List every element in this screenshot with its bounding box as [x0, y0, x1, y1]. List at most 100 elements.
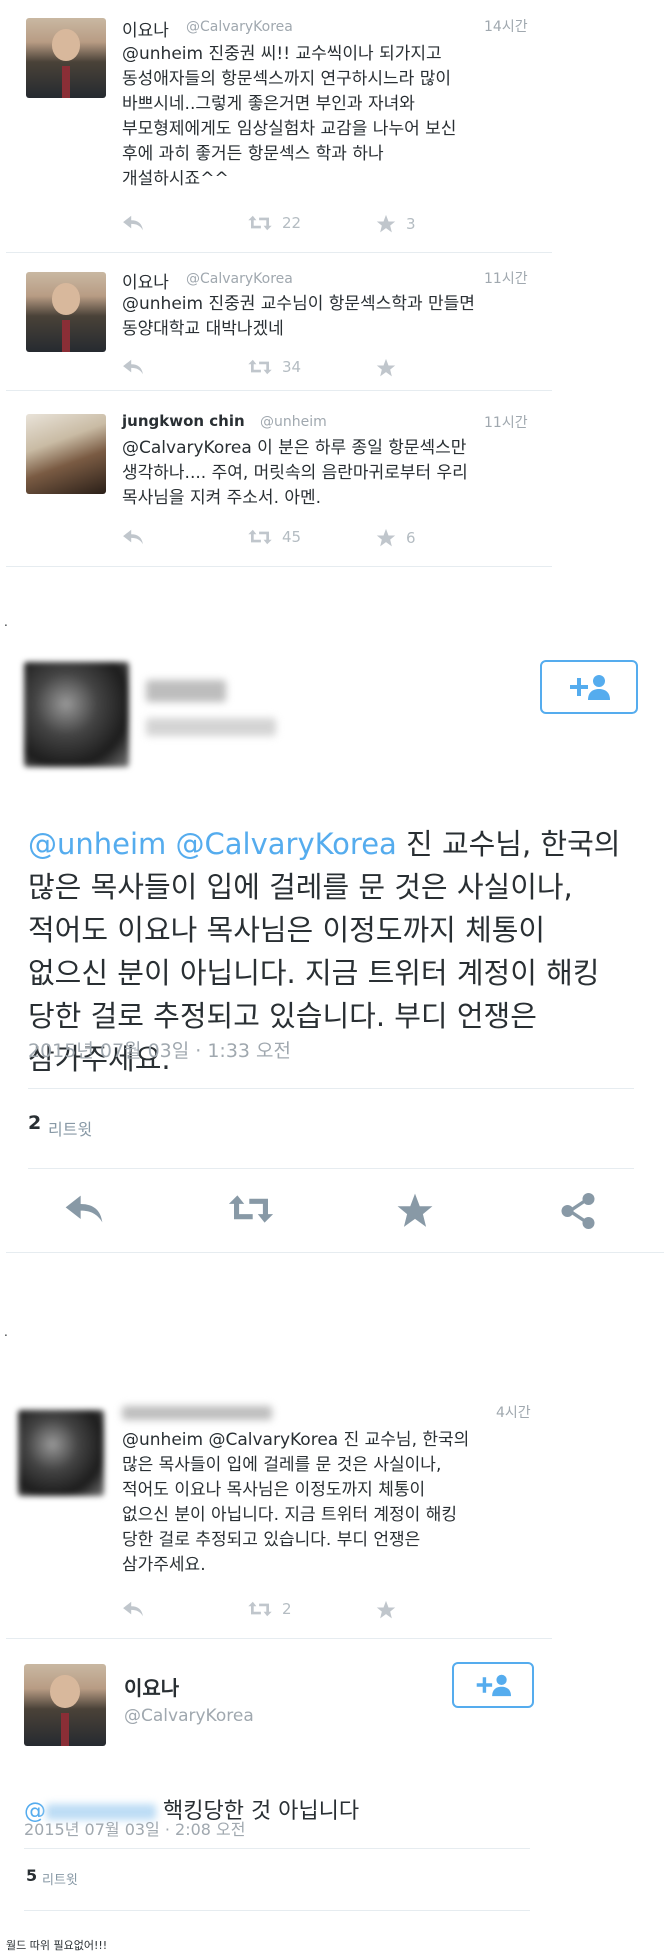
retweet-count: 2: [282, 1600, 292, 1618]
separator-dot: .: [4, 615, 8, 629]
thread-2: 4시간 @unheim @CalvaryKorea 진 교수님, 한국의 많은 …: [0, 1392, 552, 1652]
tweet-actions: 45 6: [122, 528, 552, 550]
add-user-icon: [476, 1674, 511, 1697]
reply-button[interactable]: [122, 1600, 144, 1618]
reply-icon: [65, 1195, 103, 1223]
retweet-icon: [248, 1601, 272, 1617]
avatar[interactable]: [26, 414, 106, 494]
tweet-time[interactable]: 4시간: [496, 1402, 531, 1422]
retweet-count: 34: [282, 358, 302, 376]
thread-1: 이요나 @CalvaryKorea 14시간 @unheim 진중권 씨!! 교…: [0, 0, 552, 567]
divider: [6, 1252, 664, 1253]
author-handle[interactable]: @CalvaryKorea: [186, 19, 293, 35]
avatar[interactable]: [24, 662, 129, 767]
tweet-text: @unheim 진중권 교수님이 항문섹스학과 만들면 동양대학교 대박나겠네: [122, 294, 475, 339]
follow-button[interactable]: [540, 660, 638, 714]
tweet-actions: 34: [122, 358, 552, 380]
tweet-actions: 22 3: [122, 214, 552, 236]
reply-button[interactable]: [122, 528, 144, 546]
author-handle-blurred[interactable]: [146, 718, 276, 736]
retweet-count[interactable]: 5: [26, 1866, 37, 1885]
retweet-label[interactable]: 리트윗: [42, 1869, 78, 1888]
retweet-label[interactable]: 리트윗: [48, 1116, 92, 1140]
retweet-count: 45: [282, 528, 302, 546]
star-icon: [397, 1193, 433, 1227]
favorite-count: 3: [406, 215, 416, 233]
caption-text: 월드 따위 필요없어!!!: [6, 1939, 108, 1952]
author-name[interactable]: jungkwon chin: [122, 412, 245, 430]
tweet-item[interactable]: 4시간 @unheim @CalvaryKorea 진 교수님, 한국의 많은 …: [0, 1392, 552, 1642]
separator-dot: .: [4, 1325, 8, 1339]
star-icon: [376, 528, 396, 547]
favorite-button[interactable]: 6: [376, 528, 416, 548]
tweet-detail-2: 이요나 @CalvaryKorea @ 핵킹당한 것 아닙니다 2015년 07…: [0, 1652, 552, 1932]
tweet-text: @unheim 진중권 씨!! 교수씩이나 되가지고 동성애자들의 항문섹스까지…: [122, 44, 457, 189]
avatar[interactable]: [26, 18, 106, 98]
divider: [28, 1088, 634, 1089]
retweet-icon: [248, 359, 272, 375]
author-name-blurred[interactable]: [146, 680, 226, 702]
star-icon: [376, 358, 396, 377]
divider: [6, 390, 552, 391]
reply-icon: [123, 1601, 143, 1617]
avatar[interactable]: [24, 1664, 106, 1746]
tweet-text: @CalvaryKorea 이 분은 하루 종일 항문섹스만 생각하나.... …: [122, 438, 468, 508]
tweet-actions: [0, 1192, 670, 1232]
tweet-time[interactable]: 11시간: [484, 412, 528, 432]
star-icon: [376, 1600, 396, 1619]
retweet-button[interactable]: 2: [248, 1600, 292, 1618]
retweet-icon: [248, 215, 272, 231]
avatar[interactable]: [18, 1410, 104, 1496]
mention-link[interactable]: @CalvaryKorea: [176, 827, 397, 861]
tweet-text: @unheim @CalvaryKorea 진 교수님, 한국의 많은 목사들이…: [122, 1430, 470, 1575]
tweet-timestamp[interactable]: 2015년 07월 03일 · 2:08 오전: [24, 1816, 245, 1840]
retweet-count[interactable]: 2: [28, 1112, 41, 1134]
divider: [24, 1848, 530, 1849]
retweet-button[interactable]: [228, 1192, 274, 1226]
follow-button[interactable]: [452, 1662, 534, 1708]
share-button[interactable]: [560, 1192, 596, 1230]
avatar[interactable]: [26, 272, 106, 352]
author-name-blurred[interactable]: [122, 1406, 272, 1420]
favorite-button[interactable]: [376, 1600, 396, 1620]
favorite-button[interactable]: [396, 1192, 434, 1230]
favorite-button[interactable]: [376, 358, 396, 378]
tweet-item[interactable]: jungkwon chin @unheim 11시간 @CalvaryKorea…: [0, 392, 552, 562]
author-name[interactable]: 이요나: [124, 1672, 179, 1701]
tweet-detail-1: @unheim @CalvaryKorea 진 교수님, 한국의 많은 목사들이 …: [0, 640, 670, 1260]
tweet-text-line1: 진 교수님, 한국의: [396, 827, 621, 861]
tweet-timestamp[interactable]: 2015년 07월 03일 · 1:33 오전: [28, 1036, 291, 1063]
divider: [6, 566, 552, 567]
reply-icon: [123, 359, 143, 375]
reply-icon: [123, 215, 143, 231]
author-handle[interactable]: @unheim: [260, 414, 327, 430]
star-icon: [376, 214, 396, 233]
tweet-time[interactable]: 11시간: [484, 268, 528, 288]
tweet-actions: 2: [122, 1600, 552, 1622]
reply-button[interactable]: [64, 1192, 104, 1226]
share-icon: [561, 1193, 595, 1229]
divider: [6, 1638, 552, 1639]
tweet-item[interactable]: 이요나 @CalvaryKorea 14시간 @unheim 진중권 씨!! 교…: [0, 0, 552, 250]
favorite-count: 6: [406, 529, 416, 547]
author-name[interactable]: 이요나: [122, 268, 169, 293]
add-user-icon: [570, 675, 610, 700]
reply-button[interactable]: [122, 358, 144, 376]
divider: [6, 252, 552, 253]
divider: [28, 1168, 634, 1169]
reply-button[interactable]: [122, 214, 144, 232]
favorite-button[interactable]: 3: [376, 214, 416, 234]
reply-icon: [123, 529, 143, 545]
tweet-item[interactable]: 이요나 @CalvaryKorea 11시간 @unheim 진중권 교수님이 …: [0, 254, 552, 394]
retweet-count: 22: [282, 214, 302, 232]
author-handle[interactable]: @CalvaryKorea: [124, 1706, 254, 1726]
retweet-button[interactable]: 45: [248, 528, 301, 546]
mention-link[interactable]: @unheim: [28, 827, 166, 861]
retweet-button[interactable]: 34: [248, 358, 301, 376]
retweet-button[interactable]: 22: [248, 214, 301, 232]
author-name[interactable]: 이요나: [122, 16, 169, 41]
author-handle[interactable]: @CalvaryKorea: [186, 271, 293, 287]
divider: [24, 1910, 530, 1911]
tweet-time[interactable]: 14시간: [484, 16, 528, 36]
retweet-icon: [248, 529, 272, 545]
